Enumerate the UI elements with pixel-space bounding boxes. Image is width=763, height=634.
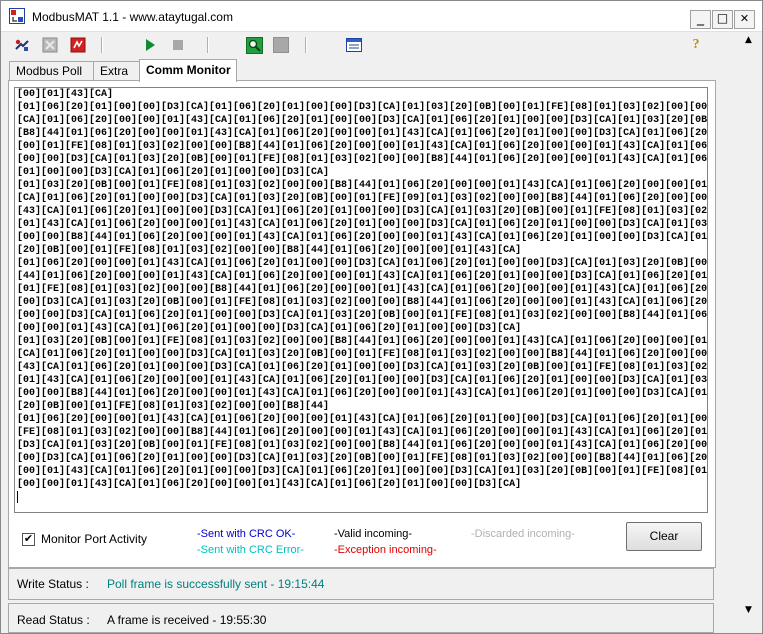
connect-icon[interactable] [13,36,31,54]
log-line: [00][01][FE][08][01][03][02][00][00][B8]… [17,141,708,152]
read-status-label: Read Status : [17,613,90,627]
legend-valid-incoming: -Valid incoming- [334,528,413,540]
read-status-box: Read Status : A frame is received - 19:5… [8,603,714,633]
list-icon[interactable] [345,36,363,54]
window-title: ModbusMAT 1.1 - www.ataytugal.com [32,10,233,24]
log-line: [01][03][20][0B][00][01][FE][08][01][03]… [17,336,708,347]
close-button[interactable]: ✕ [734,10,755,29]
log-line: [00][00][D3][CA][01][03][20][0B][00][01]… [17,154,708,165]
comm-monitor-panel: [00][01][43][CA] [01][06][20][01][00][00]… [8,80,716,568]
log-line: [CA][01][06][20][01][00][00][D3][CA][01]… [17,193,708,204]
log-line: [00][00][01][43][CA][01][06][20][00][00]… [17,479,522,490]
log-line: [43][CA][01][06][20][01][00][00][D3][CA]… [17,206,708,217]
tab-comm-monitor[interactable]: Comm Monitor [139,59,237,82]
log-line: [20][0B][00][01][FE][08][01][03][02][00]… [17,245,522,256]
scroll-down-arrow-icon[interactable]: ▼ [740,602,757,619]
log-line: [00][D3][CA][01][03][20][0B][00][01][FE]… [17,297,708,308]
maximize-button[interactable]: □ [712,10,733,29]
log-line: [01][43][CA][01][06][20][00][00][01][43]… [17,375,708,386]
capture-icon[interactable] [272,36,290,54]
log-line: [00][00][B8][44][01][06][20][00][00][01]… [17,388,708,399]
read-status-value: A frame is received - 19:55:30 [107,613,267,627]
toolbar-separator [207,37,209,53]
write-status-box: Write Status : Poll frame is successfull… [8,568,714,600]
app-icon [9,8,25,24]
log-line: [00][01][43][CA][01][06][20][01][00][00]… [17,466,708,477]
tab-modbus-poll[interactable]: Modbus Poll [9,61,94,81]
stop-icon[interactable] [169,36,187,54]
log-line: [00][00][01][43][CA][01][06][20][01][00]… [17,323,522,334]
log-line: [01][00][00][D3][CA][01][06][20][01][00]… [17,167,330,178]
log-line: [01][06][20][01][00][00][D3][CA][01][06]… [17,102,708,113]
log-line: [43][CA][01][06][20][01][00][00][D3][CA]… [17,362,708,373]
log-line: [00][D3][CA][01][06][20][01][00][00][D3]… [17,453,708,464]
log-line: [01][03][20][0B][00][01][FE][08][01][03]… [17,180,708,191]
log-line: [20][0B][00][01][FE][08][01][03][02][00]… [17,401,330,412]
monitor-log[interactable]: [00][01][43][CA] [01][06][20][01][00][00]… [14,87,708,513]
toolbar-separator [305,37,307,53]
search-icon[interactable] [245,36,263,54]
minimize-button[interactable]: _ [690,10,711,29]
log-line: [00][01][43][CA] [17,89,114,100]
write-status-label: Write Status : [17,577,89,591]
write-status-value: Poll frame is successfully sent - 19:15:… [107,577,325,591]
main-window: ModbusMAT 1.1 - www.ataytugal.com _ □ ✕ [0,0,763,634]
vertical-scrollbar[interactable]: ▲ ▼ [740,32,757,620]
monitor-port-activity-checkbox[interactable]: ✔ [22,533,35,546]
title-bar: ModbusMAT 1.1 - www.ataytugal.com _ □ ✕ [1,1,762,32]
clear-button[interactable]: Clear [626,522,702,551]
log-line: [CA][01][06][20][00][00][01][43][CA][01]… [17,115,708,126]
start-icon[interactable] [141,36,159,54]
monitor-port-activity-label: Monitor Port Activity [41,532,148,546]
disconnect-icon[interactable] [41,36,59,54]
log-line: [01][06][20][00][00][01][43][CA][01][06]… [17,414,708,425]
scroll-up-arrow-icon[interactable]: ▲ [740,32,757,49]
toolbar-separator [101,37,103,53]
legend-exception-incoming: -Exception incoming- [334,544,437,556]
toolbar: ? [1,32,762,57]
log-line: [FE][08][01][03][02][00][00][B8][44][01]… [17,427,708,438]
log-line: [00][00][D3][CA][01][06][20][01][00][00]… [17,310,708,321]
tab-extra[interactable]: Extra [93,61,141,81]
legend-sent-crc-ok: -Sent with CRC OK- [197,528,296,540]
log-line: [44][01][06][20][00][00][01][43][CA][01]… [17,271,708,282]
monitor-log-text: [00][01][43][CA] [01][06][20][01][00][00]… [15,88,707,491]
log-line: [CA][01][06][20][01][00][00][D3][CA][01]… [17,349,708,360]
log-line: [D3][CA][01][03][20][0B][00][01][FE][08]… [17,440,708,451]
log-line: [00][00][B8][44][01][06][20][00][00][01]… [17,232,708,243]
legend-discarded-incoming: -Discarded incoming- [471,528,575,540]
log-line: [B8][44][01][06][20][00][00][01][43][CA]… [17,128,708,139]
log-line: [01][06][20][00][00][01][43][CA][01][06]… [17,258,708,269]
legend-sent-crc-error: -Sent with CRC Error- [197,544,304,556]
log-line: [01][FE][08][01][03][02][00][00][B8][44]… [17,284,708,295]
text-caret [17,491,18,503]
log-line: [01][43][CA][01][06][20][00][00][01][43]… [17,219,708,230]
settings-icon[interactable] [69,36,87,54]
help-icon[interactable]: ? [687,36,705,54]
